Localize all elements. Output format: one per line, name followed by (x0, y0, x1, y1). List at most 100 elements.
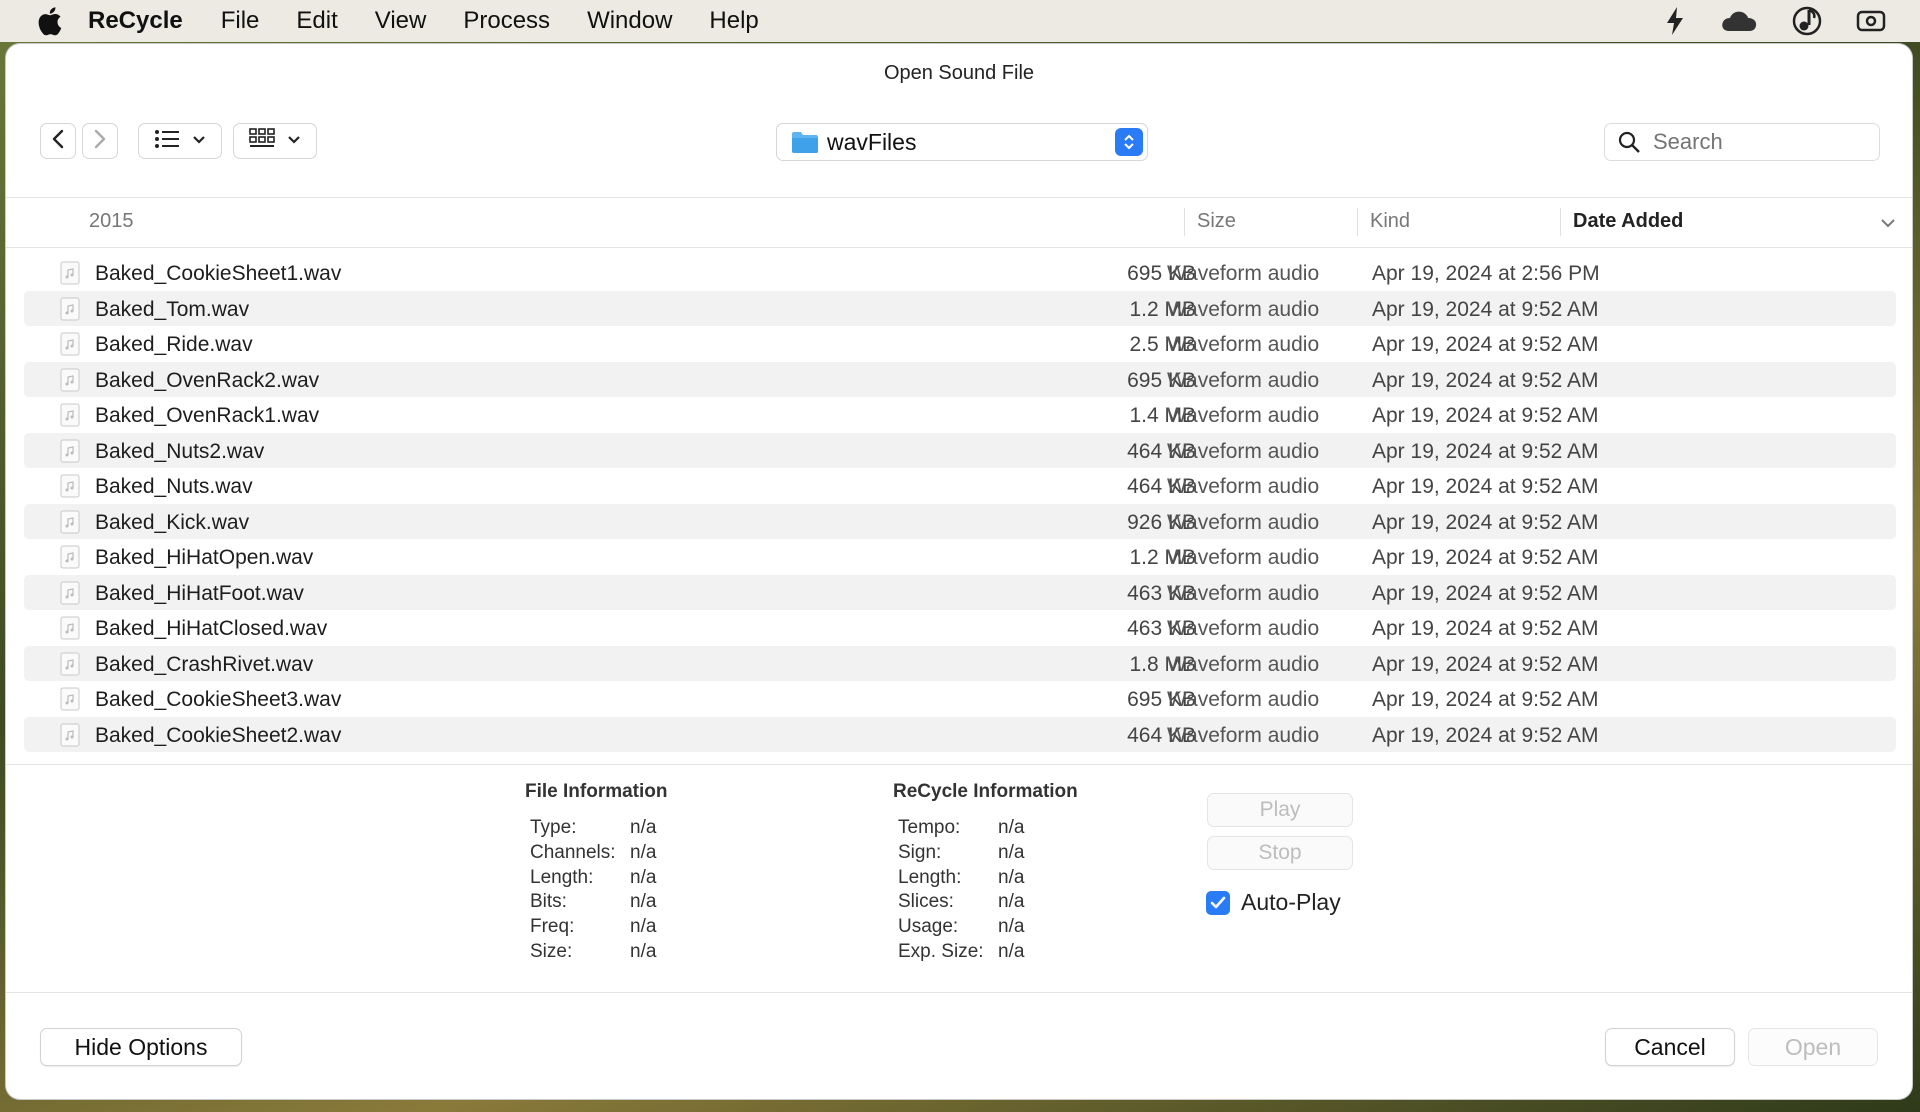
hide-options-button[interactable]: Hide Options (40, 1028, 242, 1066)
info-value: n/a (630, 841, 657, 863)
file-row[interactable]: Baked_OvenRack1.wav 1.4 MB Waveform audio A… (24, 397, 1896, 433)
file-date-added: Apr 19, 2024 at 2:56 PM (1372, 262, 1600, 285)
file-kind: Waveform audio (1167, 475, 1320, 498)
file-row[interactable]: Baked_OvenRack2.wav 695 KB Waveform audio A… (24, 361, 1896, 397)
file-row[interactable]: Baked_HiHatFoot.wav 463 KB Waveform audio A… (24, 574, 1896, 610)
file-date-added: Apr 19, 2024 at 9:52 AM (1372, 404, 1599, 427)
file-kind: Waveform audio (1167, 617, 1320, 640)
audio-file-icon (58, 332, 82, 356)
info-value: n/a (998, 916, 1025, 938)
info-key: Size: (530, 940, 573, 962)
apple-logo-icon[interactable] (36, 6, 62, 36)
file-row[interactable]: Baked_CookieSheet2.wav 464 KB Waveform aud… (24, 716, 1896, 752)
menu-app-name[interactable]: ReCycle (88, 7, 183, 35)
audio-file-icon (58, 652, 82, 676)
file-row[interactable]: Baked_CookieSheet1.wav 695 KB Waveform aud… (24, 255, 1896, 291)
file-row[interactable]: Baked_Nuts.wav 464 KB Waveform audio Apr 19… (24, 468, 1896, 504)
bolt-icon[interactable] (1664, 6, 1686, 36)
menu-view[interactable]: View (375, 7, 427, 35)
audio-file-icon (58, 474, 82, 498)
chevron-down-icon (287, 132, 301, 150)
dialog-title: Open Sound File (883, 62, 1035, 84)
info-value: n/a (630, 940, 657, 962)
column-group-name[interactable]: 2015 (89, 210, 134, 233)
file-date-added: Apr 19, 2024 at 9:52 AM (1372, 652, 1599, 676)
file-row[interactable]: Baked_HiHatClosed.wav 463 KB Waveform audi… (24, 610, 1896, 646)
file-row[interactable]: Baked_Ride.wav 2.5 MB Waveform audio Apr 19… (24, 326, 1896, 362)
file-date-added: Apr 19, 2024 at 9:52 AM (1372, 581, 1599, 605)
group-by-button[interactable] (233, 123, 317, 159)
info-row: Channels: n/a (530, 841, 656, 866)
file-row[interactable]: Baked_CookieSheet3.wav 695 KB Waveform aud… (24, 681, 1896, 717)
autoplay-toggle[interactable]: Auto-Play (1206, 889, 1341, 916)
chevron-down-icon (192, 132, 206, 150)
play-button[interactable]: Play (1207, 793, 1353, 827)
file-kind: Waveform audio (1167, 652, 1320, 676)
stop-button[interactable]: Stop (1207, 836, 1353, 870)
info-value: n/a (998, 891, 1025, 913)
menu-file[interactable]: File (221, 7, 260, 35)
sort-chevron-down-icon[interactable] (1880, 212, 1896, 235)
file-date-added: Apr 19, 2024 at 9:52 AM (1372, 688, 1599, 711)
checkbox-checked-icon[interactable] (1206, 890, 1230, 915)
file-kind: Waveform audio (1167, 404, 1320, 427)
column-divider[interactable] (1357, 208, 1358, 236)
column-divider[interactable] (1184, 208, 1185, 236)
open-file-dialog: Open Sound File wavFiles Search 2015 Siz… (6, 44, 1912, 1099)
camera-icon[interactable] (1856, 9, 1886, 33)
info-key: Freq: (530, 916, 575, 938)
audio-file-icon (58, 545, 82, 569)
file-kind: Waveform audio (1167, 688, 1320, 711)
audio-file-icon (58, 723, 82, 747)
info-row: Sign: n/a (898, 841, 1024, 866)
search-field[interactable] (1604, 123, 1880, 161)
search-input[interactable] (1651, 128, 1855, 156)
info-value: n/a (998, 940, 1025, 962)
column-size[interactable]: Size (1197, 210, 1236, 233)
forward-button[interactable] (82, 123, 118, 159)
info-row: Tempo: n/a (898, 816, 1024, 841)
search-icon (1617, 130, 1641, 154)
info-row: Length: n/a (530, 866, 656, 891)
open-button[interactable]: Open (1748, 1028, 1878, 1066)
audio-file-icon (58, 403, 82, 427)
music-note-icon[interactable] (1792, 5, 1822, 37)
audio-file-icon (58, 581, 82, 605)
audio-file-icon (58, 510, 82, 534)
back-button[interactable] (40, 123, 76, 159)
file-row[interactable]: Baked_HiHatOpen.wav 1.2 MB Waveform audio A… (24, 539, 1896, 575)
info-row: Slices: n/a (898, 890, 1024, 915)
recycle-info-grid: Tempo: n/a Sign: n/a Length: n/a Slices: n/a Usa… (898, 816, 1024, 965)
menu-edit[interactable]: Edit (296, 7, 337, 35)
file-row[interactable]: Baked_CrashRivet.wav 1.8 MB Waveform audio… (24, 645, 1896, 681)
view-mode-list-button[interactable] (138, 123, 222, 159)
menu-help[interactable]: Help (709, 7, 758, 35)
file-row[interactable]: Baked_Nuts2.wav 464 KB Waveform audio Apr 1… (24, 432, 1896, 468)
location-popup[interactable]: wavFiles (776, 123, 1148, 161)
file-name: Baked_Nuts2.wav (95, 439, 265, 463)
grid-icon (249, 127, 275, 155)
file-date-added: Apr 19, 2024 at 9:52 AM (1372, 510, 1599, 534)
audio-file-icon (58, 368, 82, 392)
cancel-button[interactable]: Cancel (1605, 1028, 1735, 1066)
file-row[interactable]: Baked_Kick.wav 926 KB Waveform audio Apr 19… (24, 503, 1896, 539)
file-list: Baked_CookieSheet1.wav 695 KB Waveform aud… (24, 255, 1896, 752)
menu-process[interactable]: Process (463, 7, 550, 35)
file-row[interactable]: Baked_Tom.wav 1.2 MB Waveform audio Apr 19,… (24, 290, 1896, 326)
column-divider[interactable] (1560, 208, 1561, 236)
file-date-added: Apr 19, 2024 at 9:52 AM (1372, 368, 1599, 392)
status-icons (1664, 0, 1920, 42)
info-row: Usage: n/a (898, 915, 1024, 940)
autoplay-label: Auto-Play (1241, 889, 1341, 915)
audio-file-icon (58, 616, 82, 640)
file-name: Baked_Kick.wav (95, 510, 250, 534)
file-name: Baked_HiHatClosed.wav (95, 617, 328, 640)
info-row: Freq: n/a (530, 915, 656, 940)
info-value: n/a (630, 817, 657, 838)
column-date-added[interactable]: Date Added (1573, 210, 1683, 233)
cloud-icon[interactable] (1720, 9, 1758, 33)
column-kind[interactable]: Kind (1370, 210, 1410, 233)
menu-window[interactable]: Window (587, 7, 672, 35)
info-key: Tempo: (898, 817, 961, 838)
file-name: Baked_Tom.wav (95, 297, 250, 321)
